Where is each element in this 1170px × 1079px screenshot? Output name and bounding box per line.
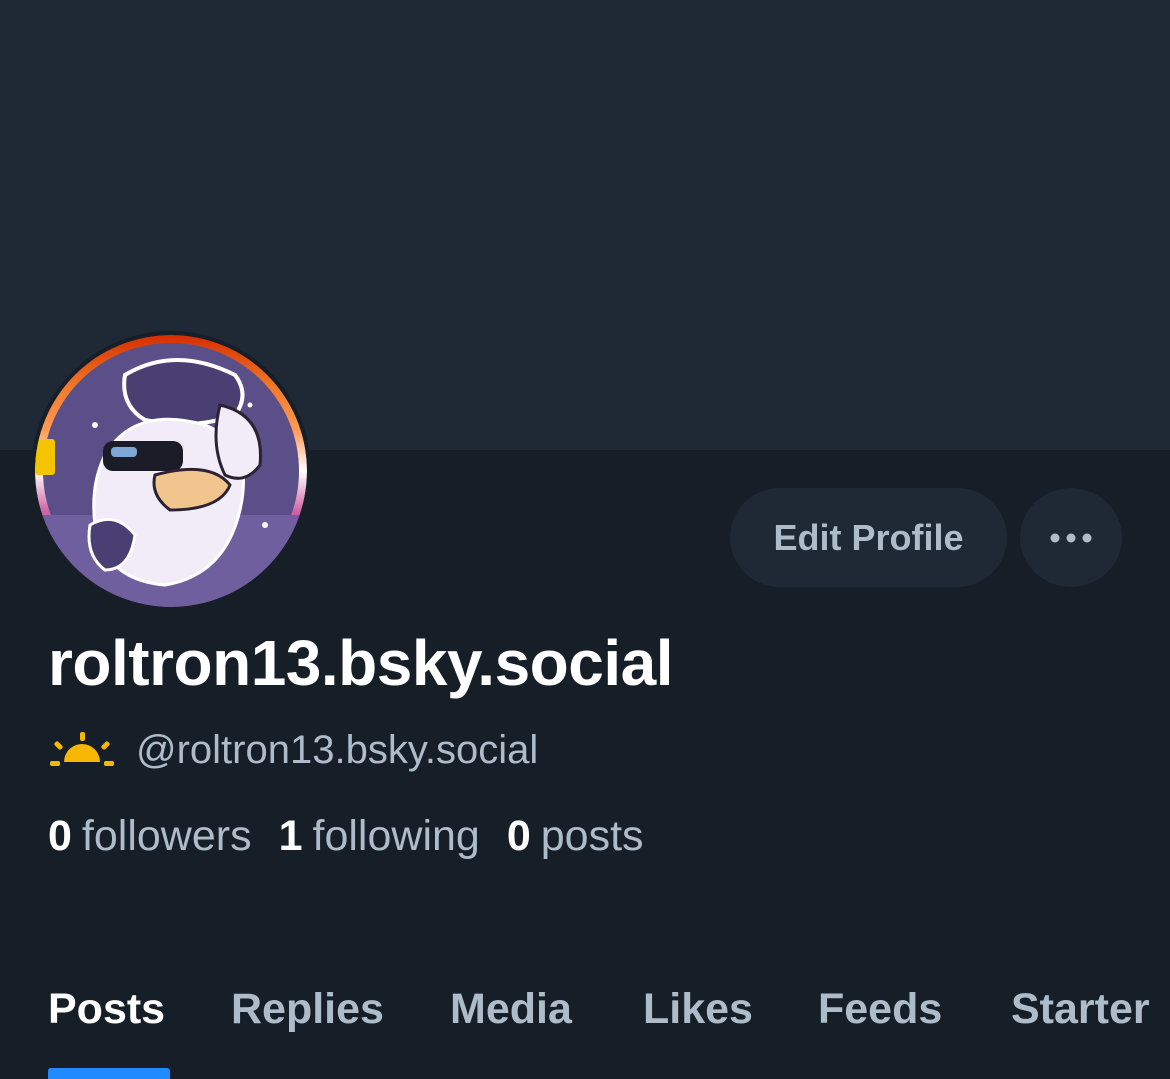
avatar[interactable] [35, 335, 307, 607]
tab-starter[interactable]: Starter [1011, 985, 1150, 1034]
display-name: roltron13.bsky.social [48, 627, 674, 699]
following-count: 1 [278, 812, 303, 860]
profile-tabs: Posts Replies Media Likes Feeds Starter [0, 965, 1170, 1079]
ellipsis-icon [1050, 533, 1092, 542]
tab-posts[interactable]: Posts [48, 985, 165, 1034]
tab-feeds[interactable]: Feeds [818, 985, 942, 1034]
more-options-button[interactable] [1020, 488, 1122, 587]
sunrise-icon [50, 732, 114, 766]
avatar-image [35, 335, 307, 607]
profile-page: Edit Profile roltron13.bsky.social @rolt… [0, 0, 1170, 1079]
tab-likes[interactable]: Likes [643, 985, 753, 1034]
tab-media[interactable]: Media [450, 985, 572, 1034]
edit-profile-button[interactable]: Edit Profile [730, 488, 1007, 587]
profile-stats: 0 followers 1 following 0 posts [48, 812, 671, 861]
tab-replies[interactable]: Replies [231, 985, 384, 1034]
handle-row: @roltron13.bsky.social [50, 722, 538, 778]
active-tab-indicator [48, 1068, 170, 1079]
profile-handle: @roltron13.bsky.social [136, 727, 539, 772]
posts-label: posts [540, 812, 644, 860]
followers-count: 0 [48, 812, 72, 860]
followers-label: followers [81, 812, 252, 860]
posts-stat: 0 posts [507, 812, 644, 861]
following-label: following [312, 812, 480, 860]
posts-count: 0 [506, 812, 531, 860]
edit-profile-label: Edit Profile [773, 516, 964, 558]
following-stat[interactable]: 1 following [279, 812, 480, 861]
followers-stat[interactable]: 0 followers [48, 812, 252, 861]
